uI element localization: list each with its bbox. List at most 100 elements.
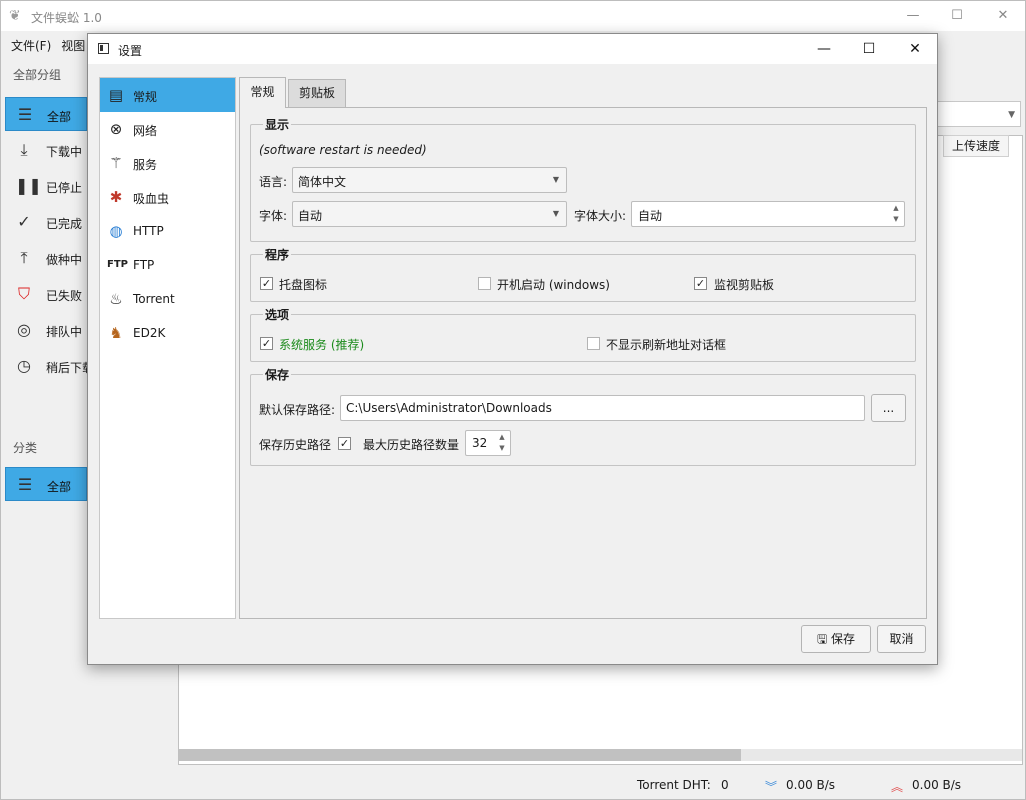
all-groups-label: 全部分组 bbox=[13, 68, 62, 82]
font-label: 字体: bbox=[259, 209, 288, 223]
floppy-disk-icon: 🖫 bbox=[816, 632, 828, 646]
sidebar-item-completed[interactable]: ✓ 已完成 bbox=[5, 205, 87, 239]
sidebar-item-seeding[interactable]: ⤒ 做种中 bbox=[5, 241, 87, 275]
dht-label: Torrent DHT: bbox=[637, 778, 711, 792]
default-path-label: 默认保存路径: bbox=[259, 403, 336, 417]
nav-item-general[interactable]: ▤ 常规 bbox=[100, 78, 235, 112]
browse-button[interactable]: ... bbox=[871, 394, 906, 422]
no-refresh-dialog-checkbox[interactable] bbox=[587, 337, 600, 350]
category-label: 分类 bbox=[13, 441, 38, 455]
save-history-label: 保存历史路径 bbox=[259, 438, 332, 452]
save-history-checkbox[interactable]: ✓ bbox=[338, 437, 351, 450]
max-history-label: 最大历史路径数量 bbox=[363, 438, 460, 452]
default-path-input[interactable]: C:\Users\Administrator\Downloads bbox=[340, 395, 865, 421]
system-service-label: 系统服务 (推荐) bbox=[279, 338, 365, 352]
network-icon: ⊗ bbox=[109, 120, 123, 138]
tab-general[interactable]: 常规 bbox=[239, 77, 286, 108]
nav-item-ftp[interactable]: FTP FTP bbox=[100, 248, 235, 282]
program-group-title: 程序 bbox=[263, 246, 292, 263]
list-icon: ☰ bbox=[17, 105, 33, 124]
nav-item-service[interactable]: ⚚ 服务 bbox=[100, 146, 235, 180]
save-group: 保存 默认保存路径: C:\Users\Administrator\Downlo… bbox=[250, 366, 916, 466]
spin-down-icon[interactable]: ▼ bbox=[890, 214, 902, 225]
chevron-down-icon: ▼ bbox=[552, 209, 559, 218]
options-group: 选项 ✓ 系统服务 (推荐) 不显示刷新地址对话框 bbox=[250, 306, 916, 362]
maximize-icon[interactable]: ☐ bbox=[857, 39, 881, 59]
chevron-down-icon: ▼ bbox=[552, 175, 559, 184]
main-window-title: 文件蜈蚣 1.0 bbox=[31, 11, 102, 25]
max-history-spinbox[interactable]: 32 ▲ ▼ bbox=[465, 430, 511, 456]
save-button[interactable]: 🖫 保存 bbox=[801, 625, 871, 653]
compass-icon: ◎ bbox=[17, 320, 31, 339]
horizontal-scrollbar[interactable] bbox=[179, 749, 1022, 761]
clock-icon: ◷ bbox=[17, 356, 31, 375]
font-size-spinbox[interactable]: 自动 ▲ ▼ bbox=[631, 201, 905, 227]
close-icon[interactable]: ✕ bbox=[903, 39, 927, 59]
tray-icon-label: 托盘图标 bbox=[279, 278, 328, 292]
cancel-button[interactable]: 取消 bbox=[877, 625, 926, 653]
minimize-icon[interactable]: — bbox=[903, 6, 923, 26]
autostart-checkbox[interactable] bbox=[478, 277, 491, 290]
download-speed-icon: ︾ bbox=[765, 780, 778, 794]
globe-icon: ◍ bbox=[109, 222, 123, 240]
torrent-flame-icon: ♨ bbox=[109, 290, 123, 308]
general-tab-pane: 显示 (software restart is needed) 语言: 简体中文… bbox=[239, 107, 927, 619]
display-group: 显示 (software restart is needed) 语言: 简体中文… bbox=[250, 116, 916, 242]
upload-speed: 0.00 B/s bbox=[912, 778, 962, 792]
spin-down-icon[interactable]: ▼ bbox=[496, 443, 508, 454]
tab-clipboard[interactable]: 剪贴板 bbox=[288, 79, 346, 107]
settings-dialog: 设置 — ☐ ✕ ▤ 常规 ⊗ 网络 ⚚ 服务 ✱ 吸血虫 ◍ HTTP FTP… bbox=[87, 33, 938, 665]
upload-speed-icon: ︽ bbox=[891, 780, 904, 794]
maximize-icon[interactable]: ☐ bbox=[947, 6, 967, 26]
menu-view[interactable]: 视图 bbox=[55, 33, 89, 54]
options-group-title: 选项 bbox=[263, 306, 292, 323]
check-icon: ✓ bbox=[17, 212, 31, 231]
spin-up-icon[interactable]: ▲ bbox=[496, 432, 508, 443]
sidebar-item-stopped[interactable]: ❚❚ 已停止 bbox=[5, 169, 87, 203]
download-speed: 0.00 B/s bbox=[786, 778, 836, 792]
nav-item-network[interactable]: ⊗ 网络 bbox=[100, 112, 235, 146]
dht-value: 0 bbox=[721, 778, 729, 792]
ed2k-mule-icon: ♞ bbox=[109, 324, 123, 342]
list-icon: ☰ bbox=[17, 475, 33, 494]
category-item-all[interactable]: ☰ 全部 bbox=[5, 467, 87, 501]
nav-item-torrent[interactable]: ♨ Torrent bbox=[100, 282, 235, 316]
error-shield-icon: ⛉ bbox=[17, 284, 30, 303]
spin-up-icon[interactable]: ▲ bbox=[890, 203, 902, 214]
menu-file[interactable]: 文件(F) bbox=[1, 33, 55, 54]
minimize-icon[interactable]: — bbox=[812, 39, 836, 59]
pause-icon: ❚❚ bbox=[15, 176, 42, 195]
monitor-clipboard-checkbox[interactable]: ✓ bbox=[694, 277, 707, 290]
tray-icon-checkbox[interactable]: ✓ bbox=[260, 277, 273, 290]
restart-note: (software restart is needed) bbox=[259, 143, 427, 157]
column-upload-speed[interactable]: 上传速度 bbox=[943, 135, 1009, 157]
no-refresh-dialog-label: 不显示刷新地址对话框 bbox=[606, 338, 727, 352]
scrollbar-thumb[interactable] bbox=[179, 749, 741, 761]
font-size-label: 字体大小: bbox=[574, 209, 627, 223]
close-icon[interactable]: ✕ bbox=[993, 6, 1013, 26]
settings-window-icon bbox=[98, 43, 109, 54]
dialog-title-bar: 设置 — ☐ ✕ bbox=[88, 34, 937, 64]
main-title-bar: ❦ 文件蜈蚣 1.0 — ☐ ✕ bbox=[1, 1, 1025, 31]
ftp-icon: FTP bbox=[107, 259, 128, 270]
nav-item-leecher[interactable]: ✱ 吸血虫 bbox=[100, 180, 235, 214]
program-group: 程序 ✓ 托盘图标 开机启动 (windows) ✓ 监视剪贴板 bbox=[250, 246, 916, 302]
filter-combo[interactable]: ▼ bbox=[937, 101, 1021, 127]
chevron-down-icon: ▼ bbox=[1008, 110, 1015, 120]
sidebar-item-downloading[interactable]: ⤓ 下载中 bbox=[5, 133, 87, 167]
sidebar-item-failed[interactable]: ⛉ 已失败 bbox=[5, 277, 87, 311]
system-service-checkbox[interactable]: ✓ bbox=[260, 337, 273, 350]
settings-content: 常规 剪贴板 显示 (software restart is needed) 语… bbox=[239, 77, 927, 619]
menu-bar: 文件(F) 视图 bbox=[1, 33, 89, 57]
language-select[interactable]: 简体中文 ▼ bbox=[292, 167, 567, 193]
general-settings-icon: ▤ bbox=[108, 86, 124, 104]
download-icon: ⤓ bbox=[20, 140, 28, 159]
font-select[interactable]: 自动 ▼ bbox=[292, 201, 567, 227]
sidebar-item-queued[interactable]: ◎ 排队中 bbox=[5, 313, 87, 347]
status-bar: Torrent DHT: 0 ︾ 0.00 B/s ︽ 0.00 B/s bbox=[1, 771, 1025, 799]
sidebar-item-all[interactable]: ☰ 全部 bbox=[5, 97, 87, 131]
save-group-title: 保存 bbox=[263, 366, 292, 383]
sidebar-item-later[interactable]: ◷ 稍后下载 bbox=[5, 349, 94, 383]
nav-item-http[interactable]: ◍ HTTP bbox=[100, 214, 235, 248]
nav-item-ed2k[interactable]: ♞ ED2K bbox=[100, 316, 235, 350]
